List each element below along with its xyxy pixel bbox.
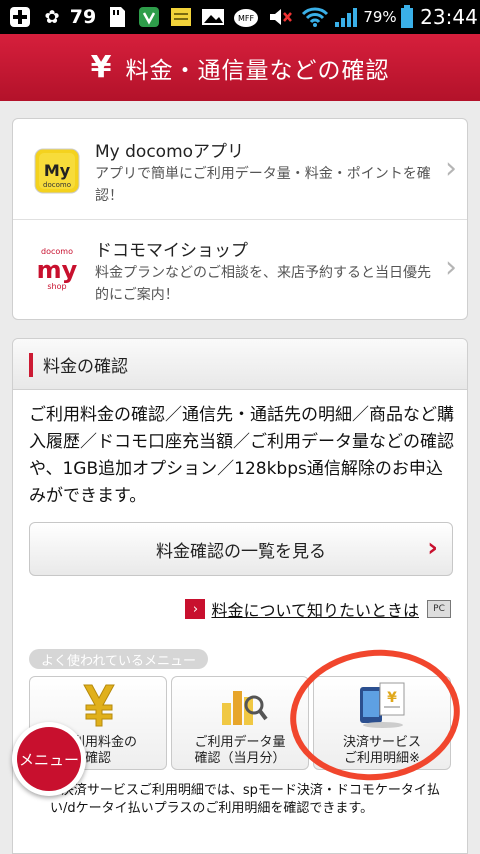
app-description: 料金プランなどのご相談を、来店予約すると当日優先的にご案内！ (95, 265, 431, 303)
flower-icon: ✿ (44, 6, 60, 28)
clock: 23:44 (420, 5, 478, 29)
data-usage-chart-icon (218, 683, 268, 733)
chevron-right-icon: › (445, 250, 457, 285)
app-title: ドコモマイショップ (95, 241, 248, 261)
shield-icon (136, 0, 162, 34)
tile-label-line: 決済サービス (342, 735, 421, 750)
notification-count: 79 (69, 6, 97, 28)
app-description: アプリで簡単にご利用データ量・料金・ポイントを確認！ (95, 166, 431, 204)
sd-card-icon (104, 0, 130, 34)
svg-text:¥: ¥ (387, 690, 397, 706)
section-title: 料金の確認 (43, 357, 128, 377)
fee-info-link-text: 料金について知りたいときは (211, 601, 419, 620)
status-bar: ✿ 79 MFF 79% 23:44 (0, 0, 480, 34)
docomo-myshop-link[interactable]: docomo my shop ドコモマイショップ 料金プランなどのご相談を、来店… (13, 220, 467, 319)
logo-text-docomo: docomo (41, 247, 73, 256)
mute-icon (266, 0, 296, 34)
payment-history-tile[interactable]: ¥ 決済サービス ご利用明細※ (313, 676, 451, 770)
app-icon: MFF (232, 0, 260, 34)
logo-text-shop: shop (47, 282, 66, 291)
wifi-icon (300, 0, 330, 34)
data-usage-tile[interactable]: ご利用データ量 確認（当月分） (171, 676, 309, 770)
app-title: My docomoアプリ (95, 142, 245, 162)
battery-percent: 79% (363, 8, 397, 26)
frequent-menu-label: よく使われているメニュー (29, 649, 208, 669)
image-icon (200, 0, 226, 34)
add-icon (6, 0, 34, 34)
my-docomo-app-link[interactable]: My docomo My docomoアプリ アプリで簡単にご利用データ量・料金… (13, 119, 467, 218)
section-accent-bar (29, 353, 33, 377)
menu-button-label: メニュー (17, 727, 81, 791)
logo-text-my: my (37, 256, 78, 284)
logo-text-my: My (44, 161, 71, 180)
my-docomo-logo-icon: My docomo (33, 147, 81, 195)
tile-label: 決済サービス ご利用明細※ (314, 735, 450, 767)
chevron-right-icon: › (427, 533, 438, 563)
memo-icon (168, 0, 194, 34)
menu-button[interactable]: メニュー (12, 722, 86, 796)
logo-text-docomo: docomo (43, 181, 71, 189)
arrow-right-icon: › (185, 599, 206, 619)
payment-history-note: ※決済サービスご利用明細では、spモード決済・ドコモケータイ払い/dケータイ払い… (50, 783, 440, 816)
section-description: ご利用料金の確認／通信先・通話先の明細／商品など購入履歴／ドコモ口座充当額／ご利… (29, 405, 454, 506)
fee-info-link[interactable]: › 料金について知りたいときは PC (185, 597, 451, 621)
svg-text:MFF: MFF (238, 14, 255, 23)
page-header: ¥ 料金・通信量などの確認 (0, 34, 480, 101)
page-title: 料金・通信量などの確認 (125, 57, 390, 84)
tile-label-line: ご利用データ量 (194, 735, 286, 750)
tile-label-line: 確認（当月分） (194, 751, 286, 766)
tile-label: ご利用データ量 確認（当月分） (172, 735, 308, 767)
battery-icon (398, 0, 416, 34)
fee-list-button-label: 料金確認の一覧を見る (156, 541, 326, 562)
yen-icon (80, 681, 118, 731)
tile-label-line: ご利用明細※ (344, 751, 420, 766)
phone-receipt-icon: ¥ (356, 681, 410, 733)
pc-icon: PC (427, 600, 451, 618)
signal-icon (332, 0, 360, 34)
fee-list-button[interactable]: 料金確認の一覧を見る › (29, 522, 453, 576)
yen-icon: ¥ (90, 50, 112, 85)
chevron-right-icon: › (445, 151, 457, 186)
docomo-myshop-logo-icon: docomo my shop (33, 244, 81, 292)
section-header: 料金の確認 (13, 339, 467, 390)
app-links-card: My docomo My docomoアプリ アプリで簡単にご利用データ量・料金… (12, 118, 468, 320)
